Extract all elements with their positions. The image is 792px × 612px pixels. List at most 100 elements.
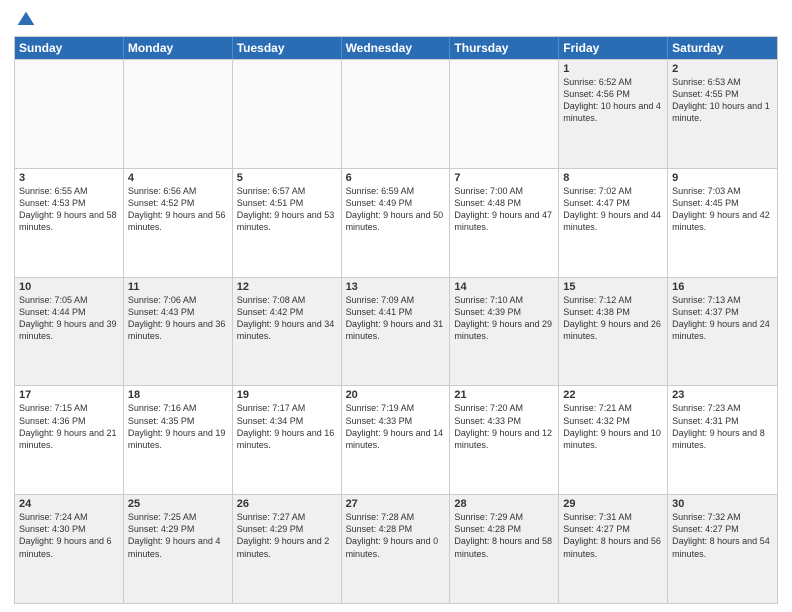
calendar-day-cell: 12Sunrise: 7:08 AM Sunset: 4:42 PM Dayli… bbox=[233, 278, 342, 386]
day-number: 13 bbox=[346, 281, 446, 293]
day-number: 18 bbox=[128, 389, 228, 401]
calendar-week-row: 24Sunrise: 7:24 AM Sunset: 4:30 PM Dayli… bbox=[15, 494, 777, 603]
calendar-day-cell: 18Sunrise: 7:16 AM Sunset: 4:35 PM Dayli… bbox=[124, 386, 233, 494]
day-number: 12 bbox=[237, 281, 337, 293]
calendar-day-cell bbox=[450, 60, 559, 168]
calendar-week-row: 17Sunrise: 7:15 AM Sunset: 4:36 PM Dayli… bbox=[15, 385, 777, 494]
calendar-day-cell: 16Sunrise: 7:13 AM Sunset: 4:37 PM Dayli… bbox=[668, 278, 777, 386]
calendar-header-cell: Saturday bbox=[668, 37, 777, 59]
day-info: Sunrise: 7:16 AM Sunset: 4:35 PM Dayligh… bbox=[128, 402, 228, 451]
day-number: 16 bbox=[672, 281, 773, 293]
header bbox=[14, 10, 778, 30]
page: SundayMondayTuesdayWednesdayThursdayFrid… bbox=[0, 0, 792, 612]
day-info: Sunrise: 7:28 AM Sunset: 4:28 PM Dayligh… bbox=[346, 511, 446, 560]
calendar-day-cell bbox=[233, 60, 342, 168]
day-number: 9 bbox=[672, 172, 773, 184]
calendar-day-cell: 20Sunrise: 7:19 AM Sunset: 4:33 PM Dayli… bbox=[342, 386, 451, 494]
calendar-day-cell: 9Sunrise: 7:03 AM Sunset: 4:45 PM Daylig… bbox=[668, 169, 777, 277]
day-info: Sunrise: 6:57 AM Sunset: 4:51 PM Dayligh… bbox=[237, 185, 337, 234]
calendar-week-row: 10Sunrise: 7:05 AM Sunset: 4:44 PM Dayli… bbox=[15, 277, 777, 386]
day-number: 20 bbox=[346, 389, 446, 401]
day-number: 11 bbox=[128, 281, 228, 293]
calendar-day-cell: 26Sunrise: 7:27 AM Sunset: 4:29 PM Dayli… bbox=[233, 495, 342, 603]
calendar-day-cell: 14Sunrise: 7:10 AM Sunset: 4:39 PM Dayli… bbox=[450, 278, 559, 386]
calendar-day-cell: 10Sunrise: 7:05 AM Sunset: 4:44 PM Dayli… bbox=[15, 278, 124, 386]
calendar-header-cell: Monday bbox=[124, 37, 233, 59]
day-number: 25 bbox=[128, 498, 228, 510]
day-info: Sunrise: 7:10 AM Sunset: 4:39 PM Dayligh… bbox=[454, 294, 554, 343]
calendar-day-cell: 29Sunrise: 7:31 AM Sunset: 4:27 PM Dayli… bbox=[559, 495, 668, 603]
day-info: Sunrise: 6:52 AM Sunset: 4:56 PM Dayligh… bbox=[563, 76, 663, 125]
day-info: Sunrise: 7:29 AM Sunset: 4:28 PM Dayligh… bbox=[454, 511, 554, 560]
calendar-day-cell: 17Sunrise: 7:15 AM Sunset: 4:36 PM Dayli… bbox=[15, 386, 124, 494]
day-info: Sunrise: 7:25 AM Sunset: 4:29 PM Dayligh… bbox=[128, 511, 228, 560]
calendar-day-cell: 2Sunrise: 6:53 AM Sunset: 4:55 PM Daylig… bbox=[668, 60, 777, 168]
day-info: Sunrise: 7:24 AM Sunset: 4:30 PM Dayligh… bbox=[19, 511, 119, 560]
calendar-day-cell bbox=[124, 60, 233, 168]
calendar-header-row: SundayMondayTuesdayWednesdayThursdayFrid… bbox=[15, 37, 777, 59]
logo bbox=[14, 10, 36, 30]
day-info: Sunrise: 7:15 AM Sunset: 4:36 PM Dayligh… bbox=[19, 402, 119, 451]
calendar-day-cell: 8Sunrise: 7:02 AM Sunset: 4:47 PM Daylig… bbox=[559, 169, 668, 277]
day-info: Sunrise: 7:06 AM Sunset: 4:43 PM Dayligh… bbox=[128, 294, 228, 343]
day-info: Sunrise: 7:23 AM Sunset: 4:31 PM Dayligh… bbox=[672, 402, 773, 451]
calendar-week-row: 1Sunrise: 6:52 AM Sunset: 4:56 PM Daylig… bbox=[15, 59, 777, 168]
calendar-header-cell: Tuesday bbox=[233, 37, 342, 59]
calendar-day-cell: 7Sunrise: 7:00 AM Sunset: 4:48 PM Daylig… bbox=[450, 169, 559, 277]
day-info: Sunrise: 7:13 AM Sunset: 4:37 PM Dayligh… bbox=[672, 294, 773, 343]
calendar-day-cell: 19Sunrise: 7:17 AM Sunset: 4:34 PM Dayli… bbox=[233, 386, 342, 494]
calendar-day-cell: 5Sunrise: 6:57 AM Sunset: 4:51 PM Daylig… bbox=[233, 169, 342, 277]
day-info: Sunrise: 7:00 AM Sunset: 4:48 PM Dayligh… bbox=[454, 185, 554, 234]
day-number: 28 bbox=[454, 498, 554, 510]
day-info: Sunrise: 7:20 AM Sunset: 4:33 PM Dayligh… bbox=[454, 402, 554, 451]
day-info: Sunrise: 7:19 AM Sunset: 4:33 PM Dayligh… bbox=[346, 402, 446, 451]
calendar-header-cell: Thursday bbox=[450, 37, 559, 59]
calendar-day-cell: 28Sunrise: 7:29 AM Sunset: 4:28 PM Dayli… bbox=[450, 495, 559, 603]
day-number: 8 bbox=[563, 172, 663, 184]
calendar-day-cell bbox=[15, 60, 124, 168]
calendar-body: 1Sunrise: 6:52 AM Sunset: 4:56 PM Daylig… bbox=[15, 59, 777, 603]
day-info: Sunrise: 7:03 AM Sunset: 4:45 PM Dayligh… bbox=[672, 185, 773, 234]
day-number: 1 bbox=[563, 63, 663, 75]
calendar-day-cell: 15Sunrise: 7:12 AM Sunset: 4:38 PM Dayli… bbox=[559, 278, 668, 386]
calendar-day-cell: 21Sunrise: 7:20 AM Sunset: 4:33 PM Dayli… bbox=[450, 386, 559, 494]
day-info: Sunrise: 6:53 AM Sunset: 4:55 PM Dayligh… bbox=[672, 76, 773, 125]
day-number: 30 bbox=[672, 498, 773, 510]
calendar-day-cell: 4Sunrise: 6:56 AM Sunset: 4:52 PM Daylig… bbox=[124, 169, 233, 277]
logo-icon bbox=[16, 10, 36, 30]
day-number: 4 bbox=[128, 172, 228, 184]
day-info: Sunrise: 7:27 AM Sunset: 4:29 PM Dayligh… bbox=[237, 511, 337, 560]
calendar-day-cell: 25Sunrise: 7:25 AM Sunset: 4:29 PM Dayli… bbox=[124, 495, 233, 603]
day-number: 27 bbox=[346, 498, 446, 510]
day-info: Sunrise: 7:05 AM Sunset: 4:44 PM Dayligh… bbox=[19, 294, 119, 343]
day-info: Sunrise: 7:21 AM Sunset: 4:32 PM Dayligh… bbox=[563, 402, 663, 451]
calendar-header-cell: Friday bbox=[559, 37, 668, 59]
calendar-day-cell: 22Sunrise: 7:21 AM Sunset: 4:32 PM Dayli… bbox=[559, 386, 668, 494]
logo-text bbox=[14, 10, 36, 30]
calendar-day-cell: 6Sunrise: 6:59 AM Sunset: 4:49 PM Daylig… bbox=[342, 169, 451, 277]
calendar-day-cell: 23Sunrise: 7:23 AM Sunset: 4:31 PM Dayli… bbox=[668, 386, 777, 494]
day-info: Sunrise: 6:59 AM Sunset: 4:49 PM Dayligh… bbox=[346, 185, 446, 234]
day-number: 21 bbox=[454, 389, 554, 401]
calendar-week-row: 3Sunrise: 6:55 AM Sunset: 4:53 PM Daylig… bbox=[15, 168, 777, 277]
calendar-day-cell: 24Sunrise: 7:24 AM Sunset: 4:30 PM Dayli… bbox=[15, 495, 124, 603]
calendar-day-cell: 27Sunrise: 7:28 AM Sunset: 4:28 PM Dayli… bbox=[342, 495, 451, 603]
calendar-day-cell: 13Sunrise: 7:09 AM Sunset: 4:41 PM Dayli… bbox=[342, 278, 451, 386]
calendar-day-cell: 11Sunrise: 7:06 AM Sunset: 4:43 PM Dayli… bbox=[124, 278, 233, 386]
day-info: Sunrise: 7:09 AM Sunset: 4:41 PM Dayligh… bbox=[346, 294, 446, 343]
day-number: 22 bbox=[563, 389, 663, 401]
day-info: Sunrise: 6:56 AM Sunset: 4:52 PM Dayligh… bbox=[128, 185, 228, 234]
day-number: 5 bbox=[237, 172, 337, 184]
day-number: 24 bbox=[19, 498, 119, 510]
calendar-header-cell: Wednesday bbox=[342, 37, 451, 59]
day-number: 29 bbox=[563, 498, 663, 510]
day-number: 17 bbox=[19, 389, 119, 401]
day-info: Sunrise: 6:55 AM Sunset: 4:53 PM Dayligh… bbox=[19, 185, 119, 234]
day-number: 2 bbox=[672, 63, 773, 75]
day-info: Sunrise: 7:02 AM Sunset: 4:47 PM Dayligh… bbox=[563, 185, 663, 234]
day-info: Sunrise: 7:08 AM Sunset: 4:42 PM Dayligh… bbox=[237, 294, 337, 343]
day-number: 3 bbox=[19, 172, 119, 184]
calendar-day-cell bbox=[342, 60, 451, 168]
day-number: 14 bbox=[454, 281, 554, 293]
day-info: Sunrise: 7:17 AM Sunset: 4:34 PM Dayligh… bbox=[237, 402, 337, 451]
